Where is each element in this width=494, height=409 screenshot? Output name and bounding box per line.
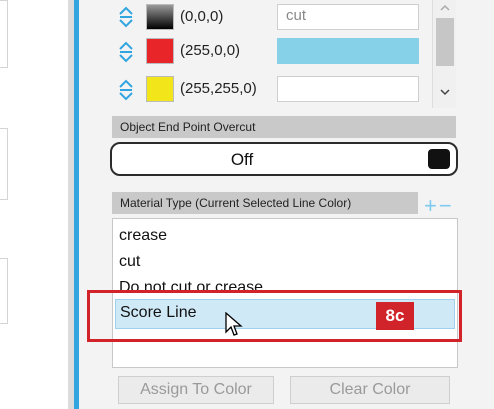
overcut-toggle[interactable]: Off — [110, 142, 458, 176]
toggle-knob[interactable] — [428, 149, 450, 169]
assign-to-color-button[interactable]: Assign To Color — [118, 376, 274, 404]
list-item[interactable]: crease — [119, 227, 167, 245]
background-panel-fragment — [0, 128, 8, 200]
overcut-section-header: Object End Point Overcut — [112, 116, 456, 138]
list-item[interactable]: cut — [119, 253, 140, 271]
screenshot-stage: { "colors": { "accent_blue": "#31a5e0", … — [0, 0, 494, 409]
background-panel-fragment — [0, 258, 8, 324]
reorder-arrows-icon[interactable] — [118, 4, 134, 30]
add-remove-material-icon[interactable]: +− — [424, 193, 454, 219]
color-row[interactable]: (255,255,0) — [112, 74, 458, 106]
rgb-value: (0,0,0) — [180, 8, 224, 25]
reorder-arrows-icon[interactable] — [118, 39, 134, 65]
color-row[interactable]: (255,0,0) — [112, 36, 458, 68]
color-assignment-field[interactable]: cut — [277, 4, 419, 30]
callout-tag: 8c — [376, 302, 414, 330]
color-assignment-field[interactable] — [277, 38, 419, 64]
toggle-label: Off — [230, 150, 254, 169]
scroll-thumb[interactable] — [436, 18, 454, 66]
rgb-value: (255,255,0) — [180, 80, 257, 97]
color-swatch[interactable] — [146, 76, 174, 102]
color-swatch[interactable] — [146, 4, 174, 30]
color-swatch[interactable] — [146, 38, 174, 64]
material-type-header: Material Type (Current Selected Line Col… — [112, 192, 418, 214]
background-panel-fragment — [0, 0, 8, 68]
color-assignment-field[interactable] — [277, 76, 419, 102]
color-row[interactable]: (0,0,0) cut — [112, 2, 458, 34]
clear-color-button[interactable]: Clear Color — [290, 376, 450, 404]
rgb-value: (255,0,0) — [180, 42, 241, 59]
reorder-arrows-icon[interactable] — [118, 77, 134, 103]
mouse-cursor-icon — [225, 311, 243, 343]
